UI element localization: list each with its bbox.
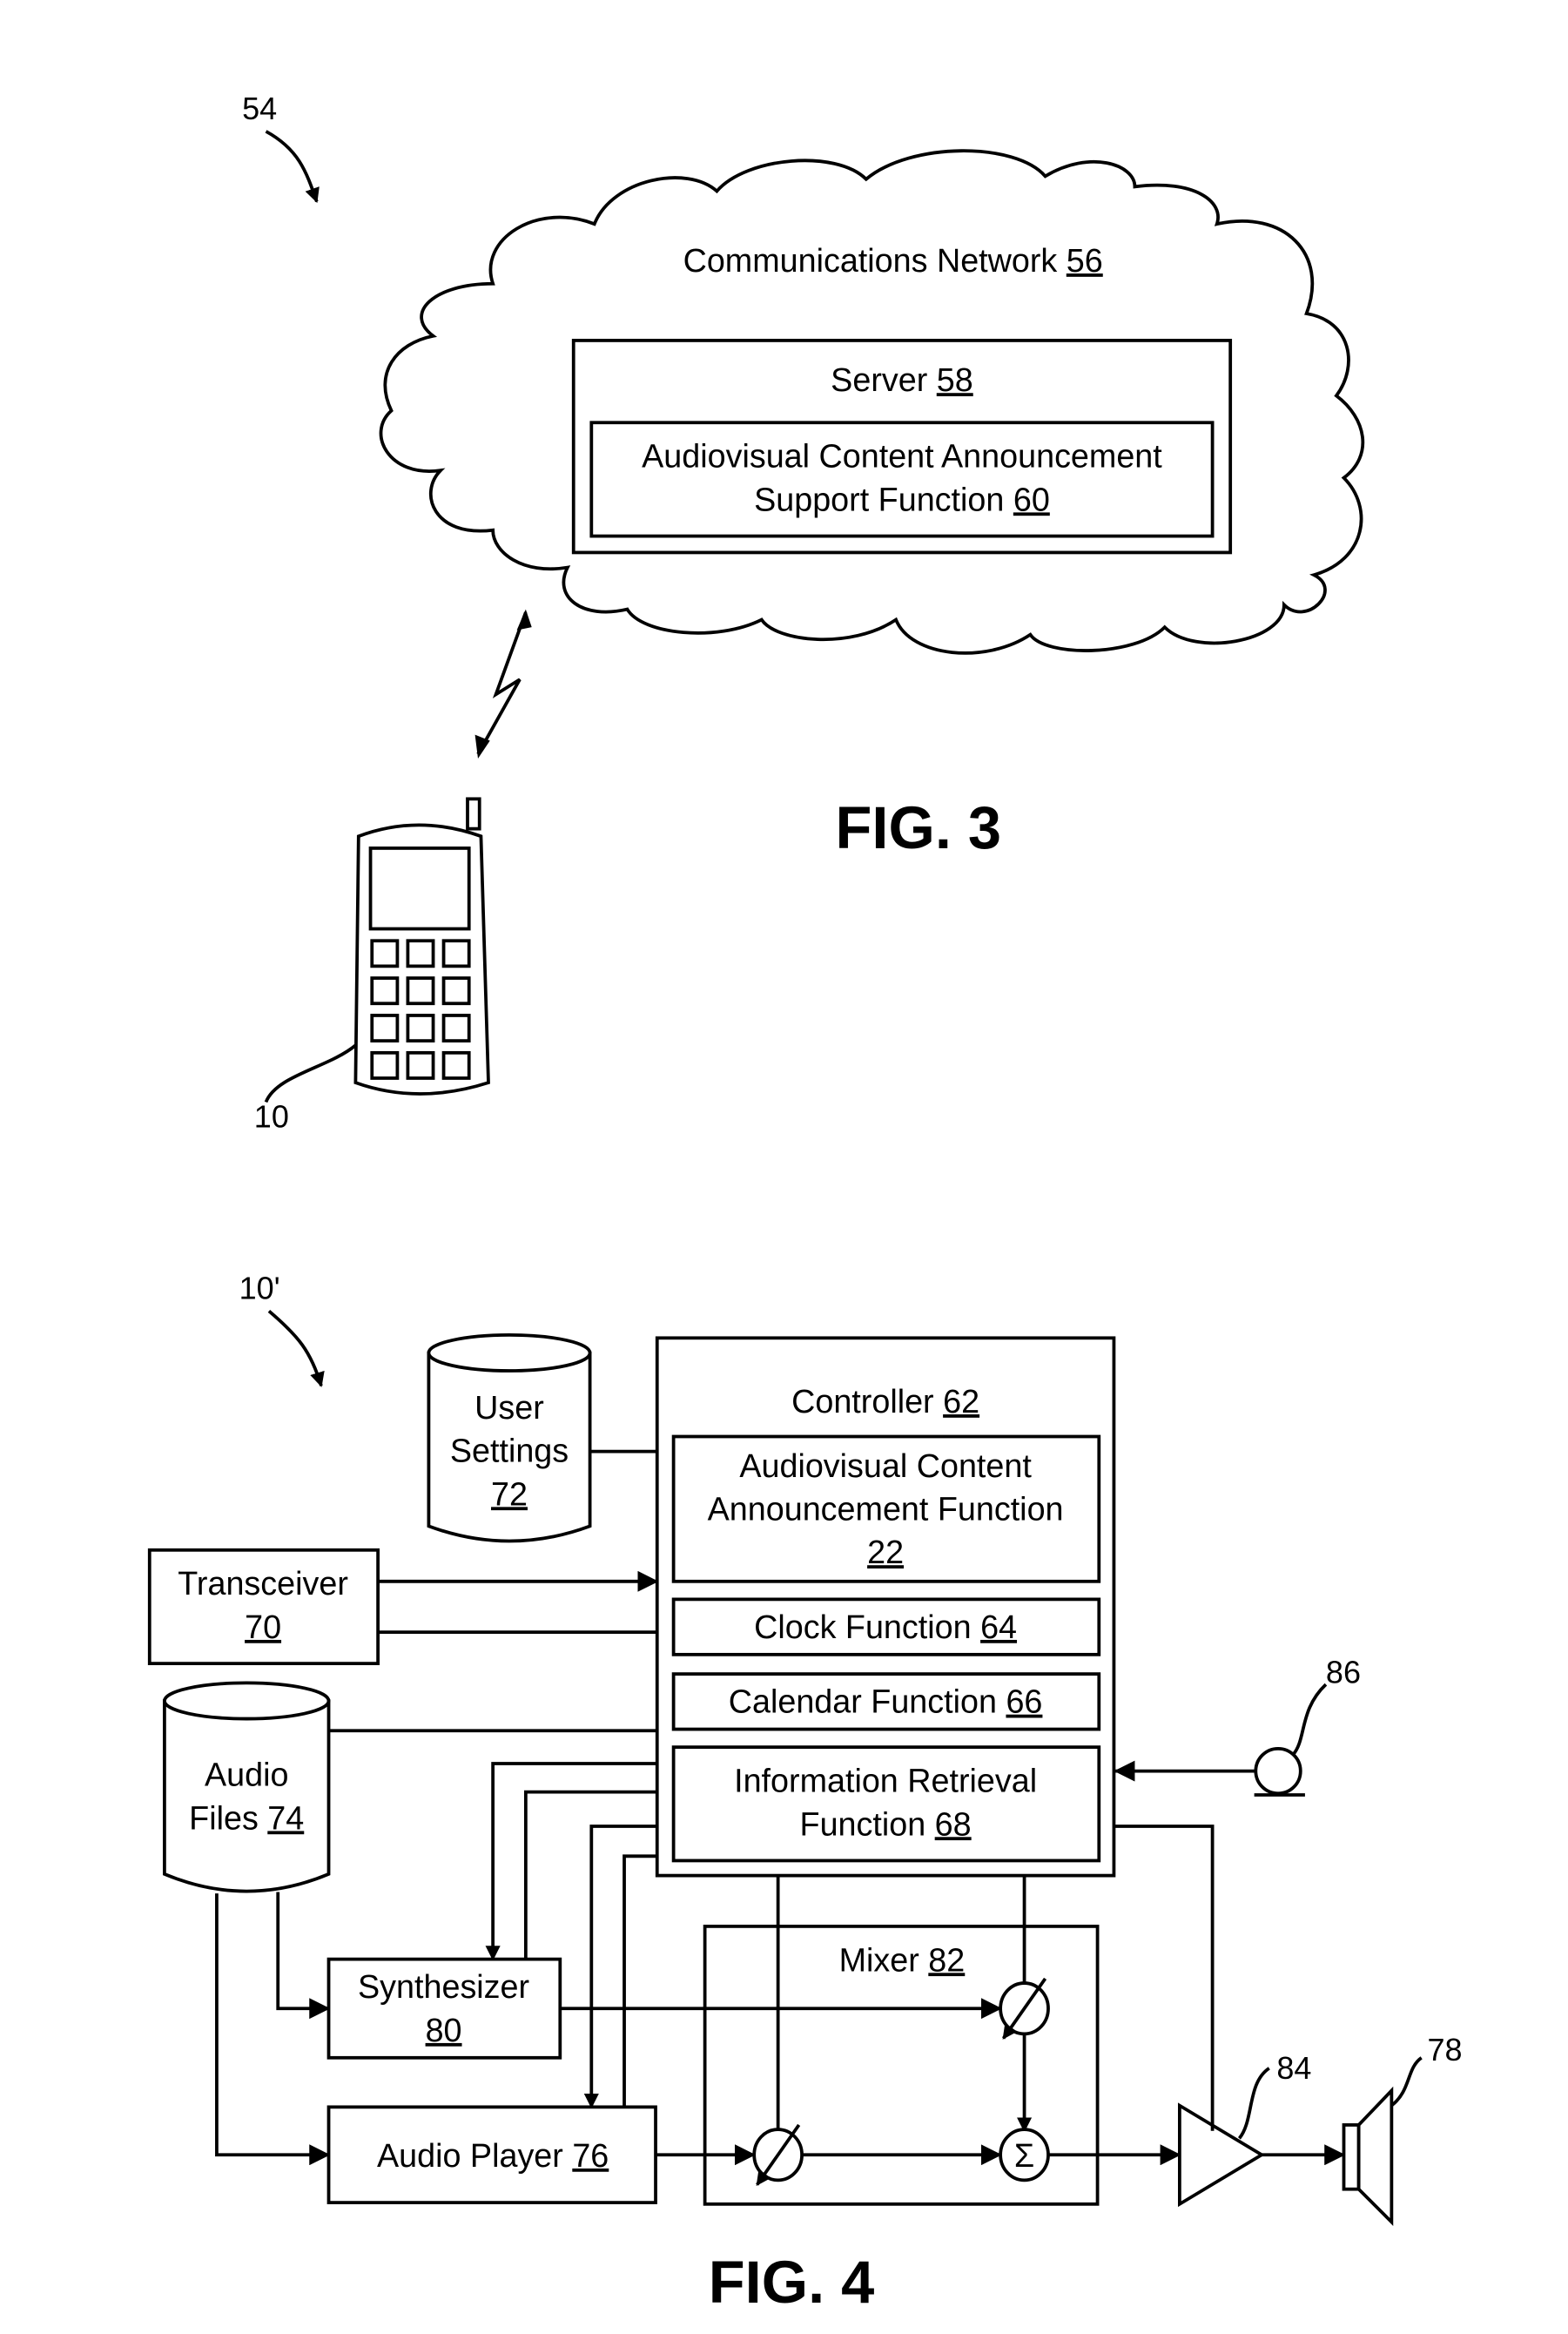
- audio-files-line2: Files 74: [189, 1799, 304, 1836]
- phone-key: [370, 976, 400, 1006]
- user-settings-line2: Settings: [450, 1433, 569, 1469]
- support-function-line2: Support Function 60: [754, 481, 1050, 517]
- fig4-title: FIG. 4: [709, 2249, 875, 2316]
- ref-84-leader: [1237, 2067, 1270, 2140]
- clock-function-label: Clock Function 64: [754, 1609, 1017, 1645]
- info-retrieval-line2: Function 68: [800, 1805, 972, 1842]
- phone-key: [370, 1050, 400, 1080]
- ref-86-leader: [1291, 1683, 1328, 1756]
- phone-key: [406, 1014, 435, 1042]
- controller-to-amplifier: [1114, 1825, 1215, 2131]
- user-settings-num: 72: [491, 1475, 528, 1512]
- audio-player-label: Audio Player 76: [377, 2137, 609, 2174]
- ref-10-prime: 10': [239, 1271, 280, 1306]
- phone-key: [441, 1050, 471, 1080]
- ref-10: 10: [254, 1099, 289, 1135]
- phone-key: [441, 939, 471, 968]
- mixer-label: Mixer 82: [839, 1941, 966, 1978]
- phone-key: [370, 1014, 400, 1042]
- ref-54: 54: [242, 91, 277, 126]
- audio-files-to-player: [215, 1893, 331, 2166]
- info-retrieval-line1: Information Retrieval: [734, 1763, 1037, 1799]
- patent-drawing-sheet: 54 Communications Network 56 Server 58 A…: [147, 91, 1463, 2316]
- audio-files-to-synthesizer: [276, 1892, 331, 2020]
- transceiver-label: Transceiver: [178, 1565, 348, 1602]
- acaf-line2: Announcement Function: [708, 1491, 1064, 1528]
- mobile-phone-icon: [353, 797, 490, 1096]
- ref-86: 86: [1326, 1654, 1361, 1690]
- user-settings-database: User Settings 72: [427, 1333, 592, 1543]
- network-label: Communications Network 56: [683, 242, 1103, 279]
- fig3-title: FIG. 3: [836, 794, 1002, 861]
- audio-files-line1: Audio: [205, 1757, 288, 1793]
- speaker-icon: [1342, 2086, 1394, 2226]
- sum-symbol: Σ: [1014, 2137, 1034, 2174]
- ref-78: 78: [1428, 2032, 1463, 2068]
- audio-files-database: Audio Files 74: [163, 1681, 331, 1893]
- phone-key: [406, 976, 435, 1006]
- server-label: Server 58: [831, 361, 973, 398]
- phone-key: [441, 1014, 471, 1042]
- calendar-function-label: Calendar Function 66: [729, 1683, 1043, 1720]
- fig4: 10' Controller 62 Audiovisual Content An…: [147, 1271, 1463, 2316]
- microphone-icon: [1254, 1746, 1305, 1797]
- ref-54-arrow: [265, 130, 320, 204]
- acaf-line1: Audiovisual Content: [739, 1447, 1032, 1484]
- transceiver-num: 70: [245, 1609, 281, 1645]
- phone-key: [406, 1050, 435, 1080]
- user-settings-line1: User: [474, 1389, 544, 1426]
- wireless-link: [476, 611, 528, 755]
- player-to-controller: [622, 1854, 657, 2108]
- support-function-line1: Audiovisual Content Announcement: [642, 438, 1162, 475]
- synthesizer-num: 80: [426, 2012, 462, 2048]
- ref-84: 84: [1276, 2050, 1311, 2086]
- amplifier-icon: [1177, 2102, 1265, 2208]
- acaf-num: 22: [867, 1534, 904, 1570]
- ref-10-leader: [264, 1043, 357, 1103]
- phone-key: [406, 939, 435, 968]
- fig3: 54 Communications Network 56 Server 58 A…: [242, 91, 1365, 1135]
- phone-key: [370, 939, 400, 968]
- phone-key: [441, 976, 471, 1006]
- ref-10-prime-arrow: [267, 1310, 325, 1387]
- synthesizer-label: Synthesizer: [358, 1968, 529, 2005]
- ref-78-leader: [1390, 2056, 1423, 2108]
- controller-label: Controller 62: [791, 1383, 979, 1420]
- summer-node: Σ: [999, 2128, 1050, 2182]
